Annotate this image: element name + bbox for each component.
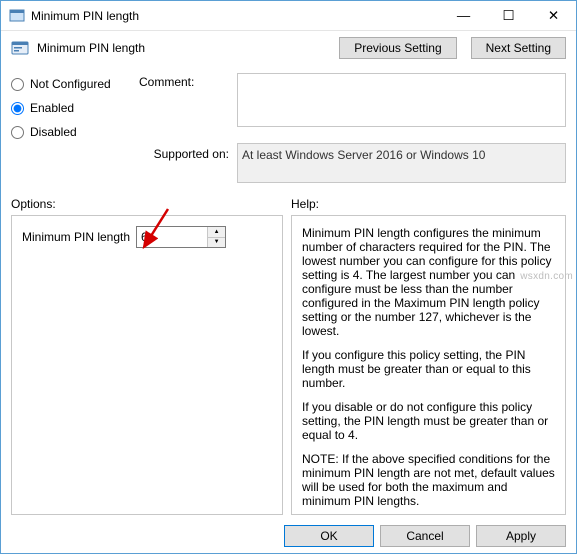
policy-icon bbox=[11, 39, 29, 57]
header: Minimum PIN length Previous Setting Next… bbox=[1, 31, 576, 69]
previous-setting-button[interactable]: Previous Setting bbox=[339, 37, 456, 59]
help-text: Minimum PIN length configures the minimu… bbox=[302, 226, 555, 508]
min-pin-length-input[interactable] bbox=[137, 227, 207, 247]
state-radios: Not Configured Enabled Disabled bbox=[11, 73, 131, 139]
radio-disabled-label: Disabled bbox=[30, 125, 77, 139]
options-pane: Minimum PIN length ▲ ▼ bbox=[11, 215, 283, 515]
supported-label: Supported on: bbox=[139, 143, 229, 161]
help-pane: Minimum PIN length configures the minimu… bbox=[291, 215, 566, 515]
maximize-button[interactable]: ☐ bbox=[486, 1, 531, 30]
help-label: Help: bbox=[291, 197, 566, 211]
comment-textarea[interactable] bbox=[237, 73, 566, 127]
help-p4: NOTE: If the above specified conditions … bbox=[302, 452, 555, 508]
min-pin-length-spinner[interactable]: ▲ ▼ bbox=[136, 226, 226, 248]
ok-button[interactable]: OK bbox=[284, 525, 374, 547]
radio-disabled-input[interactable] bbox=[11, 126, 24, 139]
supported-textarea: At least Windows Server 2016 or Windows … bbox=[237, 143, 566, 183]
policy-title: Minimum PIN length bbox=[37, 41, 325, 55]
spinner-down-button[interactable]: ▼ bbox=[208, 238, 225, 248]
spinner-up-button[interactable]: ▲ bbox=[208, 227, 225, 238]
footer: OK Cancel Apply bbox=[1, 515, 576, 557]
help-p3: If you disable or do not configure this … bbox=[302, 400, 555, 442]
radio-disabled[interactable]: Disabled bbox=[11, 125, 131, 139]
option-row-min-pin-length: Minimum PIN length ▲ ▼ bbox=[22, 226, 272, 248]
radio-not-configured[interactable]: Not Configured bbox=[11, 77, 131, 91]
settings-section: Not Configured Enabled Disabled Comment:… bbox=[1, 69, 576, 193]
comment-label: Comment: bbox=[139, 73, 229, 89]
pane-labels: Options: Help: bbox=[1, 193, 576, 215]
window-buttons: — ☐ ✕ bbox=[441, 1, 576, 30]
radio-not-configured-label: Not Configured bbox=[30, 77, 111, 91]
help-p1: Minimum PIN length configures the minimu… bbox=[302, 226, 555, 338]
window-title: Minimum PIN length bbox=[31, 9, 441, 23]
radio-enabled-label: Enabled bbox=[30, 101, 74, 115]
app-icon bbox=[9, 8, 25, 24]
titlebar: Minimum PIN length — ☐ ✕ bbox=[1, 1, 576, 31]
minimize-button[interactable]: — bbox=[441, 1, 486, 30]
cancel-button[interactable]: Cancel bbox=[380, 525, 470, 547]
options-label: Options: bbox=[11, 197, 291, 211]
option-label-min-pin-length: Minimum PIN length bbox=[22, 230, 130, 244]
radio-not-configured-input[interactable] bbox=[11, 78, 24, 91]
watermark: wsxdn.com bbox=[520, 271, 573, 282]
panes: Minimum PIN length ▲ ▼ Minimum PIN lengt… bbox=[1, 215, 576, 515]
next-setting-button[interactable]: Next Setting bbox=[471, 37, 566, 59]
help-p2: If you configure this policy setting, th… bbox=[302, 348, 555, 390]
radio-enabled-input[interactable] bbox=[11, 102, 24, 115]
close-button[interactable]: ✕ bbox=[531, 1, 576, 30]
apply-button[interactable]: Apply bbox=[476, 525, 566, 547]
radio-enabled[interactable]: Enabled bbox=[11, 101, 131, 115]
